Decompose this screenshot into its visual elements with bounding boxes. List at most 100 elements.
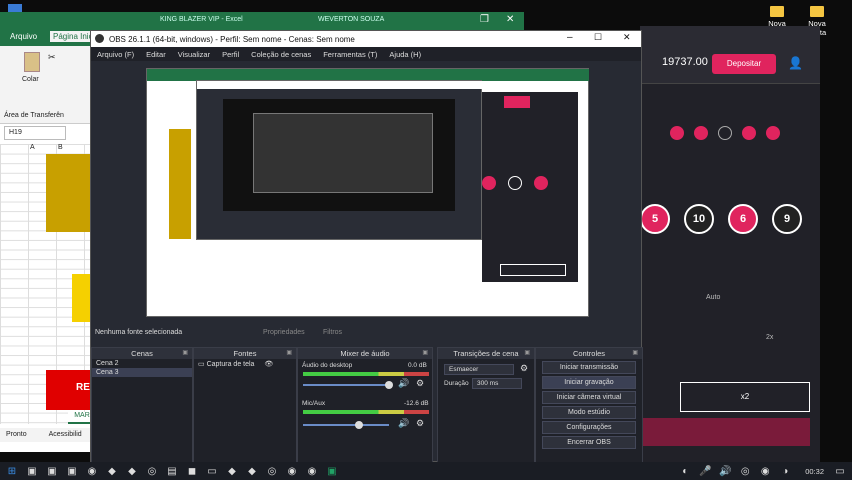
source-label: Captura de tela [206,361,255,368]
network-icon[interactable]: ◐ [677,463,693,479]
speaker-icon[interactable]: 🔊 [398,378,409,389]
dock-icon[interactable]: ▣ [286,348,292,359]
network-icon[interactable]: ◉ [757,463,773,479]
close-icon[interactable]: ✕ [506,14,514,25]
red-circle-icon[interactable] [766,126,780,140]
scene-item[interactable]: Cena 2 [92,359,192,368]
obs-preview[interactable] [146,68,589,317]
app-icon[interactable]: ◆ [104,463,120,479]
notification-center-icon[interactable]: ▭ [832,463,848,479]
app-icon[interactable]: ◉ [284,463,300,479]
transitions-header: Transições de cena ▣ [438,348,534,359]
settings-button[interactable]: Configurações [542,421,636,434]
folder-icon[interactable]: ▭ [204,463,220,479]
start-virtual-camera-button[interactable]: Iniciar câmera virtual [542,391,636,404]
dock-icon[interactable]: ▣ [632,348,638,359]
chrome-icon[interactable]: ◎ [264,463,280,479]
channel-mic-db: -12.6 dB [404,400,429,407]
paste-icon[interactable] [24,52,40,72]
mic-volume-slider[interactable] [303,421,389,429]
menu-editar[interactable]: Editar [146,50,166,59]
scene-item-selected[interactable]: Cena 3 [92,368,192,377]
transitions-panel: Transições de cena ▣ Esmaecer ⚙ Duração 3… [437,347,535,463]
menu-visualizar[interactable]: Visualizar [178,50,210,59]
app-icon[interactable]: ▣ [64,463,80,479]
studio-mode-button[interactable]: Modo estúdio [542,406,636,419]
preview-circle [482,176,496,190]
app-icon[interactable]: ◆ [124,463,140,479]
app-icon[interactable]: ◉ [84,463,100,479]
user-icon[interactable]: 👤 [788,56,803,70]
source-item[interactable]: ▭ Captura de tela 👁 [194,359,296,369]
tab-pagina-inicial[interactable]: Página Inic [50,31,96,42]
exit-obs-button[interactable]: Encerrar OBS [542,436,636,449]
close-icon[interactable]: ✕ [623,32,631,43]
tab-arquivo[interactable]: Arquivo [10,32,37,41]
gear-icon[interactable]: ⚙ [520,363,528,374]
speaker-icon[interactable]: 🔊 [398,418,409,429]
deposit-button[interactable]: Depositar [712,54,776,74]
slider-knob[interactable] [355,421,363,429]
balance-display: 19737.00 [662,56,708,68]
speaker-icon[interactable]: 🔊 [717,463,733,479]
gear-icon[interactable]: ⚙ [416,418,424,429]
mixer-header: Mixer de áudio ▣ [298,348,432,359]
bet-button[interactable] [640,418,810,446]
app-icon[interactable]: ▤ [164,463,180,479]
controls-panel: Controles ▣ Iniciar transmissão Iniciar g… [535,347,643,463]
preview-deposit [504,96,530,108]
sources-title: Fontes [233,349,257,358]
filters-button[interactable]: Filtros [323,329,342,336]
edge-icon[interactable]: ◎ [144,463,160,479]
obs-taskbar-icon[interactable]: ◉ [304,463,320,479]
minimize-icon[interactable]: – [567,32,573,43]
preview-circle [534,176,548,190]
app-icon[interactable]: ◆ [224,463,240,479]
red-circle-icon[interactable] [742,126,756,140]
start-streaming-button[interactable]: Iniciar transmissão [542,361,636,374]
windows-start-icon[interactable]: ⊞ [4,463,20,479]
obs-window: OBS 26.1.1 (64-bit, windows) - Perfil: S… [90,30,643,463]
menu-ajuda[interactable]: Ajuda (H) [389,50,421,59]
menu-perfil[interactable]: Perfil [222,50,239,59]
app-icon[interactable]: ▣ [24,463,40,479]
red-circle-icon[interactable] [670,126,684,140]
mic-volume-meter [303,410,429,414]
restore-icon[interactable]: ❐ [480,14,489,25]
duration-input[interactable]: 300 ms [472,378,522,389]
browser-header: 19737.00 Depositar 👤 [640,26,820,84]
x2-button[interactable]: x2 [680,382,810,412]
menu-colecao-cenas[interactable]: Coleção de cenas [251,50,311,59]
dock-icon[interactable]: ▣ [524,348,530,359]
gear-icon[interactable]: ⚙ [416,378,424,389]
auto-label: Auto [706,294,721,301]
red-circle-icon[interactable] [694,126,708,140]
transitions-title: Transições de cena [453,349,519,358]
name-box[interactable]: H19 [4,126,66,140]
app-icon[interactable]: ▣ [44,463,60,479]
properties-button[interactable]: Propriedades [263,329,305,336]
excel-taskbar-icon[interactable]: ▣ [324,463,340,479]
obs-menubar: Arquivo (F) Editar Visualizar Perfil Col… [91,47,641,61]
clock[interactable]: 00:32 [805,467,824,476]
obs-title: OBS 26.1.1 (64-bit, windows) - Perfil: S… [109,34,355,44]
desktop-volume-slider[interactable] [303,381,393,389]
menu-arquivo[interactable]: Arquivo (F) [97,50,134,59]
app-icon[interactable]: ◼ [184,463,200,479]
maximize-icon[interactable]: ☐ [594,32,602,43]
notification-icon[interactable]: ◎ [737,463,753,479]
white-circle-icon[interactable] [718,126,732,140]
dock-icon[interactable]: ▣ [422,348,428,359]
volume-icon[interactable]: ◑ [777,463,793,479]
start-recording-button[interactable]: Iniciar gravação [542,376,636,389]
paste-label: Colar [22,76,39,83]
slider-knob[interactable] [385,381,393,389]
dock-icon[interactable]: ▣ [182,348,188,359]
menu-ferramentas[interactable]: Ferramentas (T) [323,50,377,59]
app-icon[interactable]: ◆ [244,463,260,479]
cut-icon[interactable]: ✂ [48,52,56,63]
mic-icon[interactable]: 🎤 [697,463,713,479]
status-accessibility: Acessibilid [48,431,82,438]
transition-select[interactable]: Esmaecer [444,364,514,375]
eye-icon[interactable]: 👁 [264,361,273,368]
